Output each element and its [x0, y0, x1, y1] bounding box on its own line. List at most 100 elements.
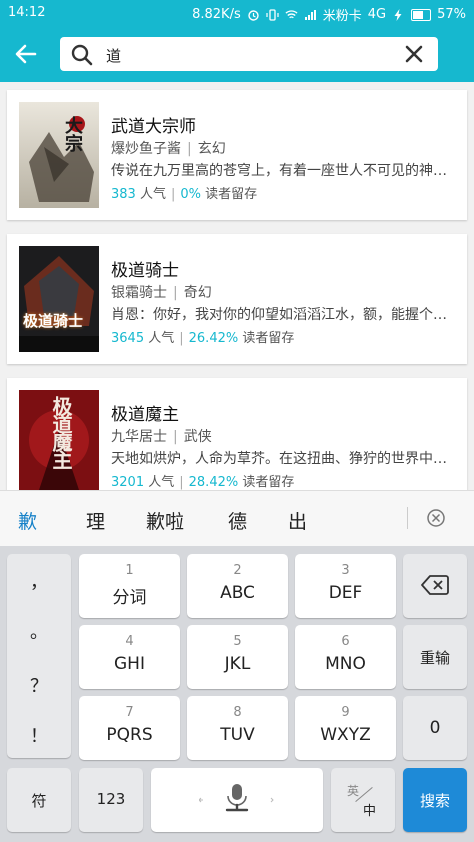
key-label: 符	[31, 792, 47, 810]
popularity-value: 3645	[111, 331, 145, 346]
alarm-icon	[248, 9, 259, 21]
punct-period-key[interactable]: 。	[7, 618, 71, 644]
key-label: 搜索	[419, 792, 450, 810]
candidate-word[interactable]: 出	[288, 507, 307, 534]
book-stats: 3645 人气 | 26.42% 读者留存	[111, 327, 294, 346]
key-label: ABC	[220, 583, 255, 603]
key-number: 3	[341, 563, 350, 578]
key-label: GHI	[114, 654, 145, 674]
key-number: 4	[125, 634, 134, 649]
book-genre: 奇幻	[183, 285, 212, 301]
arrow-left-icon[interactable]	[8, 36, 44, 72]
lang-en-label: 英	[347, 784, 360, 798]
book-meta: 爆炒鱼子酱 | 玄幻	[111, 138, 226, 158]
popularity-value: 3201	[111, 475, 145, 490]
cover-title: 大宗	[62, 116, 83, 152]
key-3[interactable]: 3 DEF	[295, 554, 396, 618]
wifi-icon	[285, 9, 298, 18]
book-author: 银霜骑士	[111, 285, 167, 301]
battery-level: 57%	[437, 7, 466, 22]
meta-separator: |	[173, 285, 178, 301]
key-4[interactable]: 4 GHI	[79, 625, 180, 689]
book-description: 肖恩：你好，我对你的仰望如滔滔江水，额，能握个手…	[111, 307, 459, 323]
magnifier-icon	[71, 44, 93, 66]
key-2[interactable]: 2 ABC	[187, 554, 288, 618]
candidate-word[interactable]: 歉啦	[146, 507, 184, 534]
charging-icon	[394, 8, 402, 21]
book-meta: 九华居士 | 武侠	[111, 426, 212, 446]
key-number: 5	[233, 634, 242, 649]
key-8[interactable]: 8 TUV	[187, 696, 288, 760]
retention-label: 读者留存	[205, 187, 258, 202]
retention-value: 26.42%	[188, 331, 239, 346]
candidate-divider	[407, 507, 408, 529]
book-card[interactable]: 极道骑士 极道骑士 银霜骑士 | 奇幻 肖恩：你好，我对你的仰望如滔滔江水，额，能握…	[7, 234, 467, 364]
key-number: 6	[341, 634, 350, 649]
backspace-key[interactable]	[403, 554, 467, 618]
book-title: 极道骑士	[111, 261, 179, 281]
symbols-key[interactable]: 符	[7, 768, 71, 832]
book-meta: 银霜骑士 | 奇幻	[111, 282, 212, 302]
key-9[interactable]: 9 WXYZ	[295, 696, 396, 760]
key-label: 0	[429, 718, 441, 738]
search-results-list[interactable]: 大宗 武道大宗师 爆炒鱼子酱 | 玄幻 传说在九万里高的苍穹上，有着一座世人不可见的…	[0, 82, 474, 490]
key-5[interactable]: 5 JKL	[187, 625, 288, 689]
signal-icon	[304, 9, 316, 20]
punct-question-key[interactable]: ？	[7, 672, 71, 698]
popularity-label: 人气	[148, 475, 175, 490]
key-label: TUV	[220, 725, 255, 745]
stats-separator: |	[179, 475, 184, 490]
stats-separator: |	[170, 187, 176, 202]
collapse-candidates-icon[interactable]	[426, 508, 446, 528]
search-key[interactable]: 搜索	[403, 768, 467, 832]
candidate-word[interactable]: 理	[86, 507, 105, 534]
key-number: 1	[125, 563, 134, 578]
punct-comma-key[interactable]: ，	[7, 568, 71, 594]
book-author: 爆炒鱼子酱	[111, 141, 181, 157]
numbers-key[interactable]: 123	[79, 768, 143, 832]
book-description: 天地如烘炉，人命为草芥。在这扭曲、狰狞的世界中，…	[111, 451, 459, 467]
meta-separator: |	[187, 141, 192, 157]
network-speed: 8.82K/s	[192, 7, 241, 22]
key-number: 9	[341, 705, 350, 720]
reinput-key[interactable]: 重输	[403, 625, 467, 689]
book-title: 极道魔主	[111, 405, 179, 425]
lang-zh-label: 中	[363, 804, 377, 819]
key-7[interactable]: 7 PQRS	[79, 696, 180, 760]
carrier-name: 米粉卡	[322, 9, 362, 24]
key-label: JKL	[224, 654, 251, 674]
key-label: WXYZ	[320, 725, 371, 745]
search-query[interactable]: 道	[106, 45, 121, 66]
book-author: 九华居士	[111, 429, 167, 445]
book-card[interactable]: 极道魔主 极道魔主 九华居士 | 武侠 天地如烘炉，人命为草芥。在这扭曲、狰狞的世界…	[7, 378, 467, 490]
candidate-word[interactable]: 歉	[18, 507, 37, 534]
network-type: 4G	[367, 7, 387, 22]
key-6[interactable]: 6 MNO	[295, 625, 396, 689]
punct-exclaim-key[interactable]: ！	[7, 722, 71, 748]
key-label: 重输	[419, 649, 450, 667]
key-0[interactable]: 0	[403, 696, 467, 760]
language-switch-key[interactable]: 英 中	[331, 768, 395, 832]
ime-keyboard: ， 。 ？ ！ 1 分词 2 ABC 3 DEF 4 GHI 5 JKL 6 M…	[0, 546, 474, 842]
key-number: 7	[125, 705, 134, 720]
book-cover: 极道魔主	[19, 390, 99, 490]
cover-title: 极道魔主	[49, 396, 73, 468]
key-1[interactable]: 1 分词	[79, 554, 180, 618]
key-number: 2	[233, 563, 242, 578]
book-cover: 极道骑士	[19, 246, 99, 352]
retention-value: 0%	[180, 187, 201, 202]
book-genre: 玄幻	[197, 141, 226, 157]
close-icon[interactable]	[402, 42, 426, 66]
key-label: MNO	[325, 654, 366, 674]
candidate-word[interactable]: 德	[228, 507, 247, 534]
popularity-value: 383	[111, 187, 136, 202]
book-card[interactable]: 大宗 武道大宗师 爆炒鱼子酱 | 玄幻 传说在九万里高的苍穹上，有着一座世人不可见的…	[7, 90, 467, 220]
microphone-icon	[199, 784, 274, 812]
punctuation-column[interactable]: ， 。 ？ ！	[7, 554, 71, 758]
space-key[interactable]	[151, 768, 323, 832]
search-input[interactable]: 道	[60, 37, 438, 71]
cover-title: 极道骑士	[23, 312, 84, 330]
book-cover: 大宗	[19, 102, 99, 208]
key-label: 123	[96, 790, 126, 808]
book-genre: 武侠	[183, 429, 212, 445]
